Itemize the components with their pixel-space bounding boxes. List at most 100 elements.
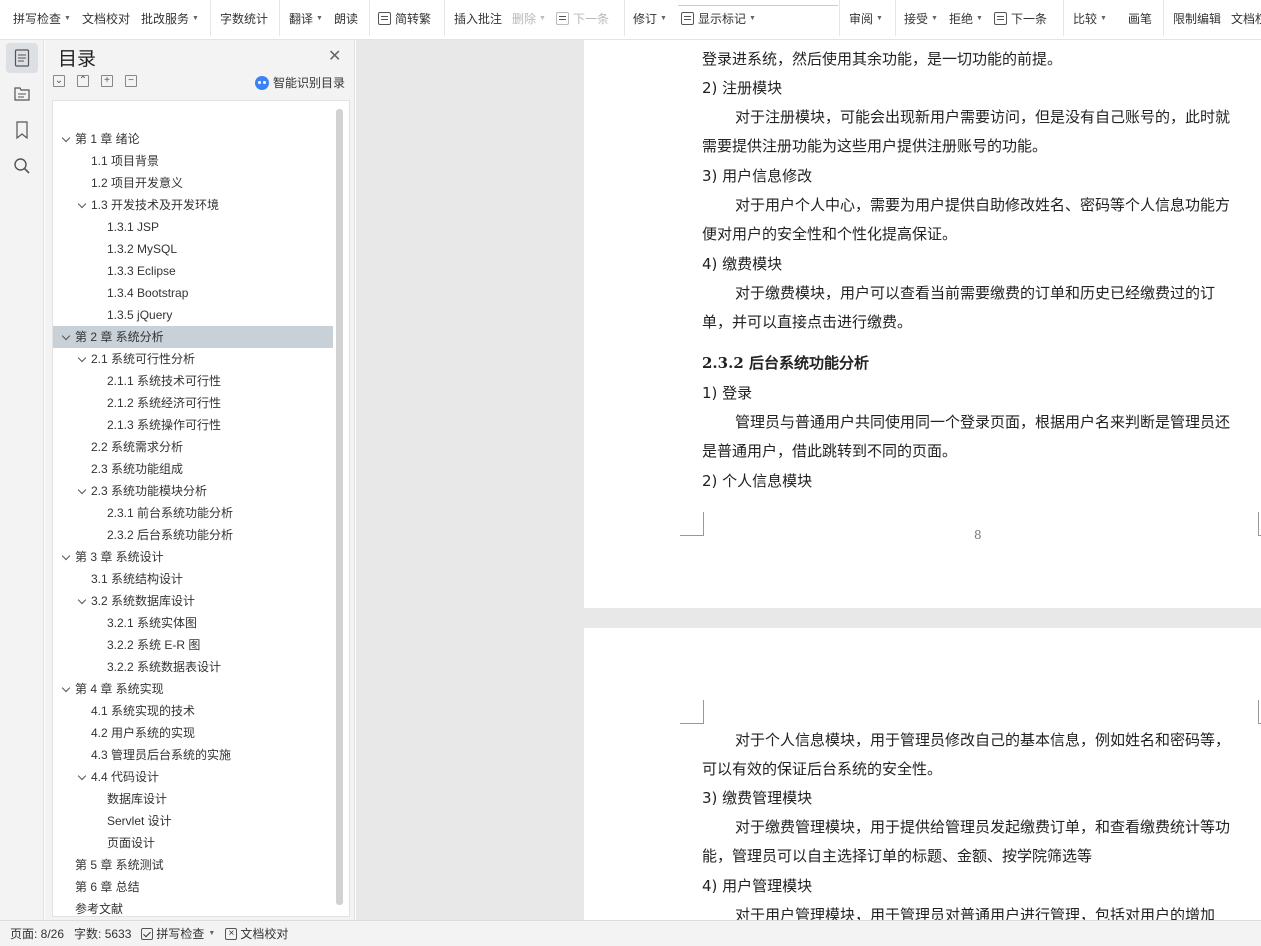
paragraph[interactable]: 需要提供注册功能为这些用户提供注册账号的功能。 — [702, 135, 1261, 157]
paragraph[interactable]: 管理员与普通用户共同使用同一个登录页面，根据用户名来判断是管理员还 — [702, 411, 1261, 433]
toc-item[interactable]: 第 3 章 系统设计 — [53, 546, 333, 568]
spell-check-button[interactable]: 拼写检查 ▼ — [13, 9, 71, 27]
toc-item[interactable]: 3.2.2 系统 E-R 图 — [53, 634, 333, 656]
toc-item[interactable]: 1.3 开发技术及开发环境 — [53, 194, 333, 216]
paragraph[interactable]: 4) 缴费模块 — [702, 253, 1261, 275]
toc-item[interactable]: 2.3 系统功能组成 — [53, 458, 333, 480]
toc-item[interactable]: 4.3 管理员后台系统的实施 — [53, 744, 333, 766]
toc-item[interactable]: 3.2.2 系统数据表设计 — [53, 656, 333, 678]
word-count[interactable]: 字数: 5633 — [74, 925, 131, 942]
toc-item[interactable]: 第 2 章 系统分析 — [53, 326, 333, 348]
chevron-down-icon: ▼ — [876, 14, 883, 22]
toc-item[interactable]: 1.3.2 MySQL — [53, 238, 333, 260]
toc-item[interactable]: 2.3.1 前台系统功能分析 — [53, 502, 333, 524]
translate-button[interactable]: 翻译 ▼ — [289, 9, 323, 27]
search-icon[interactable] — [6, 151, 38, 181]
track-changes-button[interactable]: 修订 ▼ — [633, 9, 667, 27]
paragraph[interactable]: 是普通用户，借此跳转到不同的页面。 — [702, 440, 1261, 462]
paragraph[interactable]: 对于缴费管理模块，用于提供给管理员发起缴费订单，和查看缴费统计等功 — [702, 816, 1261, 838]
paragraph[interactable]: 便对用户的安全性和个性化提高保证。 — [702, 223, 1261, 245]
paragraph[interactable]: 对于用户个人中心，需要为用户提供自助修改姓名、密码等个人信息功能方 — [702, 194, 1261, 216]
toc-item[interactable]: 2.1 系统可行性分析 — [53, 348, 333, 370]
toc-item[interactable]: 4.4 代码设计 — [53, 766, 333, 788]
toc-item[interactable]: 1.2 项目开发意义 — [53, 172, 333, 194]
paragraph[interactable]: 能，管理员可以自主选择订单的标题、金额、按学院筛选等 — [702, 845, 1261, 867]
document-page[interactable]: 8 登录进系统，然后使用其余功能，是一切功能的前提。 2) 注册模块 对于注册模块，… — [584, 40, 1261, 608]
toc-icon[interactable] — [6, 43, 38, 73]
toc-item[interactable]: 4.2 用户系统的实现 — [53, 722, 333, 744]
insert-comment-button[interactable]: 插入批注 — [454, 9, 502, 27]
proofread-button[interactable]: 文档校对 — [82, 9, 130, 27]
pen-button[interactable]: 画笔 — [1128, 9, 1152, 27]
toc-item[interactable]: 1.3.4 Bootstrap — [53, 282, 333, 304]
word-count-button[interactable]: 字数统计 — [220, 9, 268, 27]
toc-item[interactable]: 第 1 章 绪论 — [53, 128, 333, 150]
paragraph[interactable]: 可以有效的保证后台系统的安全性。 — [702, 758, 1261, 780]
paragraph[interactable]: 对于注册模块，可能会出现新用户需要访问，但是没有自己账号的，此时就 — [702, 106, 1261, 128]
toc-item[interactable]: 数据库设计 — [53, 788, 333, 810]
paragraph[interactable]: 3) 缴费管理模块 — [702, 787, 1261, 809]
restrict-editing-button[interactable]: 限制编辑 — [1173, 9, 1221, 27]
toc-item[interactable]: 3.1 系统结构设计 — [53, 568, 333, 590]
simplified-to-traditional-button[interactable]: 简转繁 — [378, 9, 431, 27]
document-canvas[interactable]: 8 登录进系统，然后使用其余功能，是一切功能的前提。 2) 注册模块 对于注册模块，… — [356, 40, 1261, 920]
toc-item[interactable]: 第 4 章 系统实现 — [53, 678, 333, 700]
compare-button[interactable]: 比较 ▼ — [1073, 9, 1107, 27]
next-change-button[interactable]: 下一条 — [994, 9, 1047, 27]
toc-item[interactable]: 4.1 系统实现的技术 — [53, 700, 333, 722]
toc-item-label: 4.3 管理员后台系统的实施 — [91, 748, 232, 762]
toc-item[interactable]: 2.2 系统需求分析 — [53, 436, 333, 458]
proofread-status[interactable]: × 文档校对 — [225, 925, 288, 942]
smart-toc-button[interactable]: 智能识别目录 — [255, 74, 345, 91]
toolbar-label: 翻译 — [289, 11, 314, 26]
page-indicator[interactable]: 页面: 8/26 — [10, 925, 64, 942]
delete-comment-button[interactable]: 删除 ▼ — [512, 9, 546, 27]
paragraph[interactable]: 1) 登录 — [702, 382, 1261, 404]
toc-item[interactable]: 3.2.1 系统实体图 — [53, 612, 333, 634]
toc-item[interactable]: 2.3.2 后台系统功能分析 — [53, 524, 333, 546]
paragraph[interactable]: 单，并可以直接点击进行缴费。 — [702, 311, 1261, 333]
collapse-all-icon[interactable]: ⌄ — [53, 75, 65, 87]
toc-item[interactable]: 1.3.3 Eclipse — [53, 260, 333, 282]
document-permission-button[interactable]: 文档权 — [1231, 9, 1261, 27]
review-pane-button[interactable]: 审阅 ▼ — [849, 9, 883, 27]
paragraph[interactable]: 2) 注册模块 — [702, 77, 1261, 99]
toc-item[interactable]: 2.3 系统功能模块分析 — [53, 480, 333, 502]
toc-item[interactable]: 第 6 章 总结 — [53, 876, 333, 898]
expand-up-icon[interactable]: ⌃ — [77, 75, 89, 87]
paragraph[interactable]: 对于用户管理模块，用于管理员对普通用户进行管理，包括对用户的增加 — [702, 904, 1261, 920]
close-icon[interactable]: ✕ — [328, 46, 341, 66]
toc-item[interactable]: 页面设计 — [53, 832, 333, 854]
toc-item[interactable]: 1.3.5 jQuery — [53, 304, 333, 326]
paragraph[interactable]: 对于缴费模块，用户可以查看当前需要缴费的订单和历史已经缴费过的订 — [702, 282, 1261, 304]
read-aloud-button[interactable]: 朗读 — [334, 9, 358, 27]
toc-item[interactable]: 2.1.1 系统技术可行性 — [53, 370, 333, 392]
paragraph[interactable]: 登录进系统，然后使用其余功能，是一切功能的前提。 — [702, 48, 1261, 70]
correction-service-button[interactable]: 批改服务 ▼ — [141, 9, 199, 27]
paragraph[interactable]: 4) 用户管理模块 — [702, 875, 1261, 897]
spell-check-status[interactable]: 拼写检查 ▼ — [141, 925, 215, 942]
bookmark-icon[interactable] — [6, 115, 38, 145]
section-heading[interactable]: 2.3.2 后台系统功能分析 — [702, 352, 1261, 374]
document-page[interactable]: 对于个人信息模块，用于管理员修改自己的基本信息，例如姓名和密码等， 可以有效的保证… — [584, 628, 1261, 920]
toc-item[interactable]: Servlet 设计 — [53, 810, 333, 832]
toc-item[interactable]: 1.3.1 JSP — [53, 216, 333, 238]
toc-item[interactable]: 参考文献 — [53, 898, 333, 916]
toc-item[interactable]: 3.2 系统数据库设计 — [53, 590, 333, 612]
accept-button[interactable]: 接受 ▼ — [904, 9, 938, 27]
toc-scrollbar[interactable] — [336, 109, 343, 905]
paragraph[interactable]: 对于个人信息模块，用于管理员修改自己的基本信息，例如姓名和密码等， — [702, 729, 1261, 751]
toolbar-divider — [839, 0, 840, 36]
add-level-icon[interactable]: + — [101, 75, 113, 87]
toc-item[interactable]: 1.1 项目背景 — [53, 150, 333, 172]
next-comment-button[interactable]: 下一条 — [556, 9, 609, 27]
reject-button[interactable]: 拒绝 ▼ — [949, 9, 983, 27]
toc-item[interactable]: 2.1.3 系统操作可行性 — [53, 414, 333, 436]
paragraph[interactable]: 2) 个人信息模块 — [702, 470, 1261, 492]
paragraph[interactable]: 3) 用户信息修改 — [702, 165, 1261, 187]
outline-icon[interactable] — [6, 79, 38, 109]
show-markup-button[interactable]: 显示标记 ▼ — [681, 9, 756, 27]
toc-item[interactable]: 2.1.2 系统经济可行性 — [53, 392, 333, 414]
toc-item[interactable]: 第 5 章 系统测试 — [53, 854, 333, 876]
remove-level-icon[interactable]: − — [125, 75, 137, 87]
